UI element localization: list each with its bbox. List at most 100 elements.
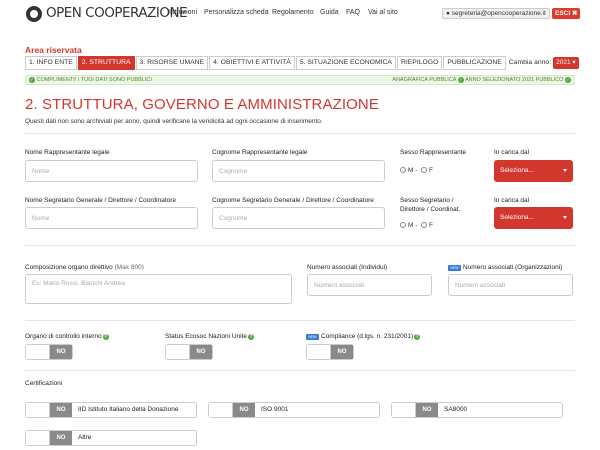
logo-ring-icon[interactable] xyxy=(26,6,42,22)
toggle-no: NO xyxy=(416,403,438,417)
tab-situazione-economica[interactable]: 5. SITUAZIONE ECONOMICA xyxy=(295,56,396,70)
tab-riepilogo[interactable]: RIEPILOGO xyxy=(396,56,443,70)
caret-down-icon xyxy=(563,216,567,219)
nav-personalizza-scheda[interactable]: Personalizza scheda xyxy=(204,9,269,16)
compliance-label: NEW Compliance (d.lgs. n. 231/2001)? xyxy=(306,333,421,341)
status-message: COMPLIMENTI! I TUOI DATI SONO PUBBLICI xyxy=(36,77,152,83)
top-header: OPEN COOPERAZIONE Istruzioni Personalizz… xyxy=(0,0,600,28)
new-badge: NEW xyxy=(448,265,461,271)
tab-obiettivi-attivita[interactable]: 4. OBIETTIVI E ATTIVITÀ xyxy=(209,56,295,70)
sec-since-value: Seleziona... xyxy=(500,214,534,221)
year-label: Cambia anno: xyxy=(508,59,552,66)
board-label: Composizione organo direttivo (Max 800) xyxy=(25,264,144,272)
user-email-badge[interactable]: ● segreteria@opencooperazione.it xyxy=(442,8,550,19)
members-org-label: NEW Numero associati (Organizzazioni) xyxy=(448,264,562,272)
sex-f-label: F xyxy=(429,167,433,174)
page-subtitle: Questi dati non sono archiviati per anno… xyxy=(25,118,323,125)
ecosoc-toggle[interactable]: NO xyxy=(165,344,213,360)
toggle-knob xyxy=(307,345,331,359)
board-textarea[interactable]: Es: Mario Rossi, Bianchi Andrea xyxy=(25,274,292,304)
logout-button[interactable]: ESCI ✖ xyxy=(552,8,581,19)
sec-surname-label: Cognome Segretario Generale / Direttore … xyxy=(212,197,374,204)
sec-name-input[interactable]: Nome xyxy=(25,207,198,229)
nav-regolamento[interactable]: Regolamento xyxy=(272,9,314,16)
sec-surname-input[interactable]: Cognome xyxy=(212,207,385,229)
question-circle-icon[interactable]: ? xyxy=(102,334,109,340)
sec-since-label: In carica dal xyxy=(494,197,530,204)
close-circle-icon: ✖ xyxy=(571,10,578,17)
caret-down-icon: ▾ xyxy=(572,59,576,66)
tab-pubblicazione[interactable]: PUBBLICAZIONE xyxy=(443,56,506,70)
page-title: 2. STRUTTURA, GOVERNO E AMMINISTRAZIONE xyxy=(25,96,379,113)
toggle-no: NO xyxy=(50,345,72,359)
question-circle-icon[interactable]: ? xyxy=(414,334,421,340)
rep-since-value: Seleziona... xyxy=(500,167,534,174)
check-circle-icon: ✓ xyxy=(457,77,464,83)
rep-surname-label: Cognome Rappresentante legale xyxy=(212,149,308,156)
control-toggle[interactable]: NO xyxy=(25,344,73,360)
cert-altre-toggle[interactable]: NO Altre xyxy=(25,430,197,446)
toggle-knob xyxy=(166,345,190,359)
sex-f-label: F xyxy=(429,222,433,229)
sec-sex-m-radio[interactable] xyxy=(400,222,406,228)
ecosoc-label: Status Ecosoc Nazioni Unite? xyxy=(165,333,255,341)
members-org-input[interactable]: Numero associati xyxy=(448,274,573,296)
tab-risorse-umane[interactable]: 3. RISORSE UMANE xyxy=(135,56,209,70)
toggle-no: NO xyxy=(331,345,353,359)
sec-sex-label-2: Direttore / Coordinat. xyxy=(400,206,461,213)
status-anno: ANNO SELEZIONATO 2021 PUBBLICO xyxy=(464,77,564,83)
toggle-no: NO xyxy=(50,431,72,445)
rep-sex-radio-group: M - F xyxy=(400,167,433,175)
nav-istruzioni[interactable]: Istruzioni xyxy=(169,9,197,16)
rep-name-input[interactable]: Nome xyxy=(25,160,198,182)
nav-faq[interactable]: FAQ xyxy=(346,9,360,16)
sec-sex-radio-group: M - F xyxy=(400,222,433,230)
check-circle-icon: ✓ xyxy=(565,77,571,83)
nav-guida[interactable]: Guida xyxy=(320,9,339,16)
year-value: 2021 xyxy=(556,59,571,66)
members-ind-label: Numero associati (Individui) xyxy=(307,264,388,271)
rep-sex-label: Sesso Rappresentante xyxy=(400,149,467,156)
user-icon: ● xyxy=(446,10,450,17)
divider xyxy=(25,245,575,246)
control-label: Organo di controllo interno? xyxy=(25,333,109,341)
sec-sex-label-1: Sesso Segretario / xyxy=(400,197,454,204)
logo-text[interactable]: OPEN COOPERAZIONE xyxy=(46,5,188,21)
rep-surname-input[interactable]: Cognome xyxy=(212,160,385,182)
rep-name-label: Nome Rappresentante legale xyxy=(25,149,110,156)
toggle-knob xyxy=(26,431,50,445)
rep-sex-f-radio[interactable] xyxy=(421,167,428,173)
logout-label: ESCI xyxy=(555,10,571,17)
check-circle-icon: ✓ xyxy=(29,77,35,83)
question-circle-icon[interactable]: ? xyxy=(248,334,255,340)
sex-m-label: M - xyxy=(408,167,418,174)
sec-sex-f-radio[interactable] xyxy=(421,222,428,228)
compliance-toggle[interactable]: NO xyxy=(306,344,354,360)
cert-iid-toggle[interactable]: NO IID Istituto Italiano della Donazione xyxy=(25,402,197,418)
user-email: segreteria@opencooperazione.it xyxy=(451,10,546,17)
members-org-label-text: Numero associati (Organizzazioni) xyxy=(463,264,563,271)
toggle-no: NO xyxy=(50,403,72,417)
rep-since-select[interactable]: Seleziona... xyxy=(494,160,573,182)
tab-struttura[interactable]: 2. STRUTTURA xyxy=(77,56,135,70)
cert-sa8000-toggle[interactable]: NO SA8000 xyxy=(391,402,563,418)
toggle-no: NO xyxy=(233,403,255,417)
caret-down-icon xyxy=(563,169,567,172)
sec-since-select[interactable]: Seleziona... xyxy=(494,207,573,229)
rep-sex-m-radio[interactable] xyxy=(400,167,406,173)
divider xyxy=(25,370,575,371)
toggle-knob xyxy=(26,403,50,417)
board-hint: (Max 800) xyxy=(114,264,144,271)
status-anagrafica: ANAGRAFICA PUBBLICA xyxy=(392,77,457,83)
toggle-no: NO xyxy=(190,345,212,359)
compliance-label-text: Compliance (d.lgs. n. 231/2001) xyxy=(321,333,414,340)
divider xyxy=(25,133,575,134)
toggle-knob xyxy=(209,403,233,417)
toggle-knob xyxy=(392,403,416,417)
cert-iso9001-toggle[interactable]: NO ISO 9001 xyxy=(208,402,380,418)
year-select[interactable]: 2021 ▾ xyxy=(553,57,579,69)
sex-m-label: M - xyxy=(408,222,418,229)
nav-vai-al-sito[interactable]: Vai al sito xyxy=(368,9,398,16)
members-ind-input[interactable]: Numero associati xyxy=(307,274,432,296)
tab-info-ente[interactable]: 1. INFO ENTE xyxy=(25,56,77,70)
